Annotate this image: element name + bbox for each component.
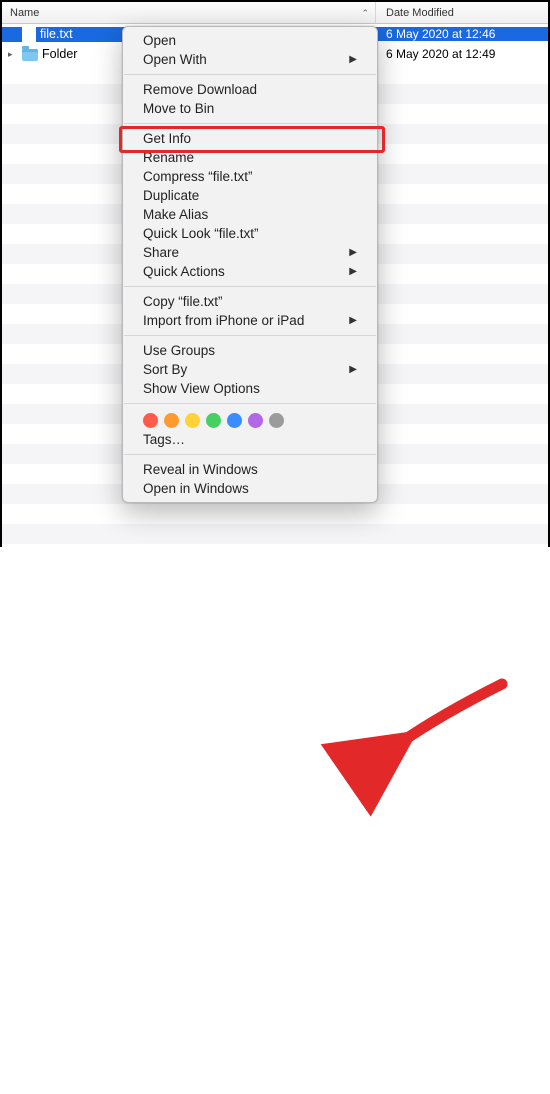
submenu-arrow-icon: ▶	[349, 54, 357, 65]
file-name: Folder	[42, 47, 77, 61]
menu-separator	[124, 335, 376, 336]
menu-label: Open in Windows	[143, 481, 249, 496]
tag-dot[interactable]	[164, 413, 179, 428]
menu-use-groups[interactable]: Use Groups	[123, 341, 377, 360]
menu-duplicate[interactable]: Duplicate	[123, 186, 377, 205]
submenu-arrow-icon: ▶	[349, 364, 357, 375]
menu-import[interactable]: Import from iPhone or iPad ▶	[123, 311, 377, 330]
tag-dot[interactable]	[248, 413, 263, 428]
menu-label: Quick Look “file.txt”	[143, 226, 259, 241]
menu-label: Move to Bin	[143, 101, 214, 116]
menu-move-to-bin[interactable]: Move to Bin	[123, 99, 377, 118]
menu-label: Copy “file.txt”	[143, 294, 223, 309]
menu-label: Tags…	[143, 432, 185, 447]
menu-open-in-windows[interactable]: Open in Windows	[123, 479, 377, 498]
file-icon	[22, 27, 36, 42]
sort-caret-icon: ⌃	[361, 8, 369, 19]
menu-tags[interactable]: Tags…	[123, 430, 377, 449]
folder-icon	[22, 49, 38, 61]
menu-reveal-in-windows[interactable]: Reveal in Windows	[123, 460, 377, 479]
tag-dot[interactable]	[269, 413, 284, 428]
disclosure-icon[interactable]: ▸	[8, 49, 18, 60]
submenu-arrow-icon: ▶	[349, 266, 357, 277]
menu-copy[interactable]: Copy “file.txt”	[123, 292, 377, 311]
menu-separator	[124, 454, 376, 455]
menu-separator	[124, 123, 376, 124]
menu-label: Open With	[143, 52, 207, 67]
menu-label: Get Info	[143, 131, 191, 146]
tag-dot[interactable]	[206, 413, 221, 428]
menu-open-with[interactable]: Open With ▶	[123, 50, 377, 69]
menu-show-view-options[interactable]: Show View Options	[123, 379, 377, 398]
menu-label: Reveal in Windows	[143, 462, 258, 477]
menu-separator	[124, 403, 376, 404]
menu-label: Import from iPhone or iPad	[143, 313, 304, 328]
menu-remove-download[interactable]: Remove Download	[123, 80, 377, 99]
menu-separator	[124, 286, 376, 287]
menu-separator	[124, 74, 376, 75]
menu-label: Remove Download	[143, 82, 257, 97]
menu-get-info[interactable]: Get Info	[123, 129, 377, 148]
submenu-arrow-icon: ▶	[349, 247, 357, 258]
tag-dot[interactable]	[143, 413, 158, 428]
menu-open[interactable]: Open	[123, 31, 377, 50]
menu-label: Duplicate	[143, 188, 199, 203]
file-date: 6 May 2020 at 12:46	[376, 27, 548, 41]
menu-compress[interactable]: Compress “file.txt”	[123, 167, 377, 186]
column-header-name[interactable]: Name ⌃	[2, 2, 376, 23]
context-menu: Open Open With ▶ Remove Download Move to …	[122, 26, 378, 503]
menu-label: Share	[143, 245, 179, 260]
menu-make-alias[interactable]: Make Alias	[123, 205, 377, 224]
menu-label: Quick Actions	[143, 264, 225, 279]
menu-share[interactable]: Share ▶	[123, 243, 377, 262]
column-header: Name ⌃ Date Modified	[2, 2, 548, 24]
file-date: 6 May 2020 at 12:49	[376, 47, 548, 61]
tag-dot[interactable]	[227, 413, 242, 428]
menu-quick-look[interactable]: Quick Look “file.txt”	[123, 224, 377, 243]
menu-label: Rename	[143, 150, 194, 165]
tag-dot[interactable]	[185, 413, 200, 428]
menu-label: Sort By	[143, 362, 187, 377]
menu-label: Show View Options	[143, 381, 260, 396]
menu-label: Compress “file.txt”	[143, 169, 253, 184]
annotation-arrow	[2, 564, 550, 1094]
column-label: Name	[10, 7, 39, 19]
menu-rename[interactable]: Rename	[123, 148, 377, 167]
menu-sort-by[interactable]: Sort By ▶	[123, 360, 377, 379]
menu-label: Open	[143, 33, 176, 48]
menu-label: Use Groups	[143, 343, 215, 358]
menu-tags-row	[123, 409, 377, 430]
submenu-arrow-icon: ▶	[349, 315, 357, 326]
column-label: Date Modified	[386, 7, 454, 19]
column-header-date[interactable]: Date Modified	[376, 2, 548, 23]
menu-quick-actions[interactable]: Quick Actions ▶	[123, 262, 377, 281]
menu-label: Make Alias	[143, 207, 208, 222]
file-name: file.txt	[40, 27, 73, 41]
